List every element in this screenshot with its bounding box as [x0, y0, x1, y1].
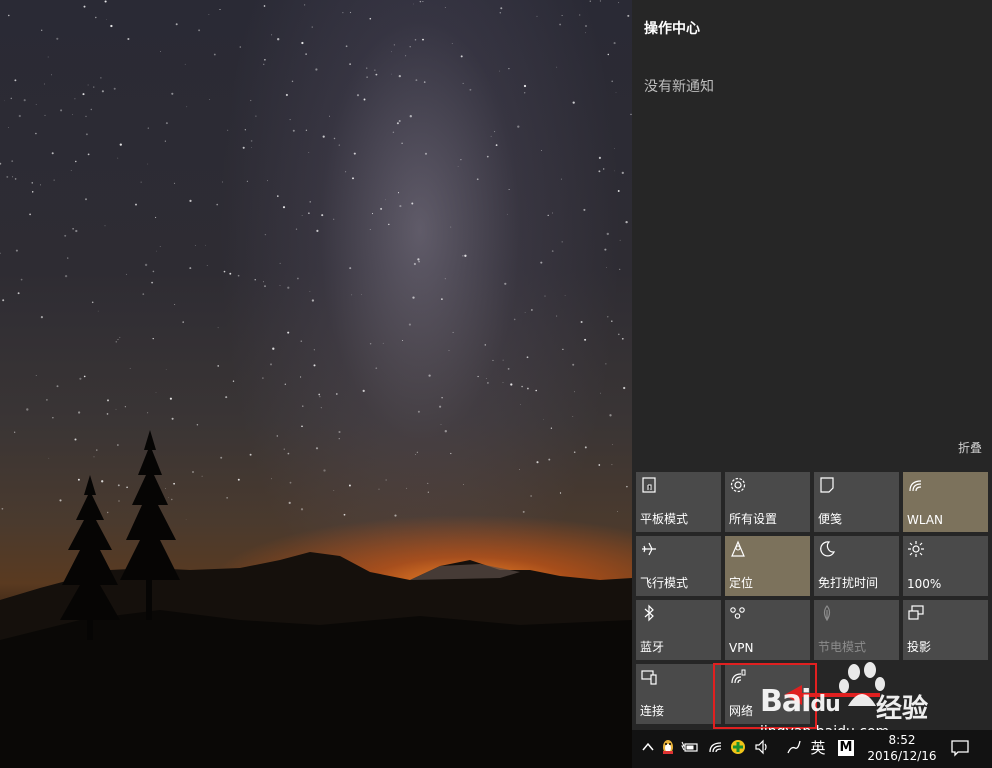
battery-saver-icon — [818, 604, 836, 622]
ime-mode-indicator[interactable]: M — [838, 740, 854, 756]
system-clock[interactable]: 8:52 2016/12/16 — [860, 732, 944, 764]
tile-label: 平板模式 — [640, 512, 689, 526]
wifi-tray-icon[interactable] — [706, 738, 726, 758]
note-icon — [818, 476, 836, 494]
collapse-link[interactable]: 折叠 — [958, 439, 982, 456]
project-icon — [907, 604, 925, 622]
tablet-mode-icon — [640, 476, 658, 494]
tile-label: 定位 — [729, 576, 754, 590]
pen-ink-icon[interactable] — [784, 738, 804, 758]
quick-action-tile-project[interactable]: 投影 — [903, 600, 988, 660]
battery-icon[interactable] — [680, 738, 700, 758]
location-icon — [729, 540, 747, 558]
tile-label: 投影 — [907, 640, 932, 654]
tile-label: 连接 — [640, 704, 665, 718]
qq-penguin-icon[interactable] — [658, 738, 678, 758]
quick-action-tile-airplane[interactable]: 飞行模式 — [636, 536, 721, 596]
quick-action-tile-gear[interactable]: 所有设置 — [725, 472, 810, 532]
bluetooth-icon — [640, 604, 658, 622]
moon-icon — [818, 540, 836, 558]
wifi-icon — [907, 476, 925, 494]
quick-action-tile-note[interactable]: 便笺 — [814, 472, 899, 532]
quick-action-tile-vpn[interactable]: VPN — [725, 600, 810, 660]
no-notifications-text: 没有新通知 — [644, 79, 714, 95]
tile-label: 100% — [907, 577, 942, 591]
quick-action-tile-connect[interactable]: 连接 — [636, 664, 721, 724]
show-hidden-icons-chevron-icon[interactable] — [638, 738, 658, 758]
quick-action-tile-brightness[interactable]: 100% — [903, 536, 988, 596]
tile-label: 免打扰时间 — [818, 576, 879, 590]
vpn-icon — [729, 604, 747, 622]
security-plus-icon[interactable] — [728, 738, 748, 758]
action-center-button-icon[interactable] — [950, 738, 970, 758]
quick-action-tile-location[interactable]: 定位 — [725, 536, 810, 596]
quick-action-tile-moon[interactable]: 免打扰时间 — [814, 536, 899, 596]
tile-label: 节电模式 — [818, 640, 867, 654]
desktop-wallpaper — [0, 0, 632, 768]
baidu-jingyan-text: 经验 — [876, 694, 929, 724]
volume-icon[interactable] — [752, 738, 772, 758]
tile-label: WLAN — [907, 513, 944, 527]
clock-date: 2016/12/16 — [867, 749, 937, 763]
airplane-icon — [640, 540, 658, 558]
connect-icon — [640, 668, 658, 686]
tile-label: VPN — [729, 641, 754, 655]
clock-time: 8:52 — [888, 733, 916, 747]
tile-label: 所有设置 — [729, 512, 778, 526]
taskbar: 英 M 8:52 2016/12/16 — [632, 730, 992, 768]
tile-label: 飞行模式 — [640, 576, 689, 590]
tile-label: 便笺 — [818, 512, 843, 526]
baidu-logo-text: Baidu — [760, 684, 841, 719]
quick-action-tile-wifi[interactable]: WLAN — [903, 472, 988, 532]
brightness-icon — [907, 540, 925, 558]
action-center-title: 操作中心 — [644, 21, 700, 37]
ime-language-indicator[interactable]: 英 — [808, 738, 828, 758]
quick-action-tile-battery-saver[interactable]: 节电模式 — [814, 600, 899, 660]
quick-action-tile-tablet-mode[interactable]: 平板模式 — [636, 472, 721, 532]
tile-label: 蓝牙 — [640, 640, 665, 654]
mountain-silhouette — [0, 430, 632, 768]
quick-action-tile-bluetooth[interactable]: 蓝牙 — [636, 600, 721, 660]
gear-icon — [729, 476, 747, 494]
